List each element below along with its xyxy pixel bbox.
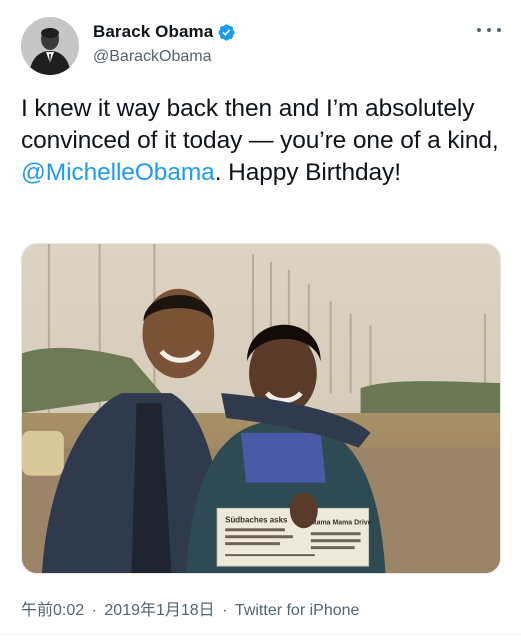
tweet-text-after: . Happy Birthday! xyxy=(214,159,401,186)
verified-badge-icon xyxy=(217,23,236,42)
tweet-time[interactable]: 午前0:02 xyxy=(21,602,84,619)
mention-link[interactable]: @MichelleObama xyxy=(21,159,215,186)
meta-separator-2: · xyxy=(222,602,228,619)
tweet-text: I knew it way back then and I’m absolute… xyxy=(21,93,506,189)
tweet-text-before: I knew it way back then and I’m absolute… xyxy=(21,95,499,154)
tweet-photo[interactable]: Südbaches asks Mama Mama Drive xyxy=(21,243,501,574)
divider xyxy=(0,634,521,635)
more-options-icon[interactable] xyxy=(477,20,501,40)
avatar-photo xyxy=(21,17,79,75)
tweet-date[interactable]: 2019年1月18日 xyxy=(104,602,214,619)
tweet-card: Barack Obama @BarackObama I knew it way … xyxy=(0,0,521,640)
author-name-row[interactable]: Barack Obama xyxy=(93,22,236,42)
tweet-metadata: 午前0:02 · 2019年1月18日 · Twitter for iPhone xyxy=(21,596,359,620)
meta-separator: · xyxy=(91,602,97,619)
author-handle[interactable]: @BarackObama xyxy=(93,48,212,66)
author-display-name[interactable]: Barack Obama xyxy=(93,22,213,42)
newspaper-left-text: Südbaches asks xyxy=(225,515,288,524)
newspaper-right-text: Mama Mama Drive xyxy=(311,519,372,526)
photo-image: Südbaches asks Mama Mama Drive xyxy=(22,244,500,573)
avatar[interactable] xyxy=(21,17,79,75)
tweet-source[interactable]: Twitter for iPhone xyxy=(235,602,360,619)
